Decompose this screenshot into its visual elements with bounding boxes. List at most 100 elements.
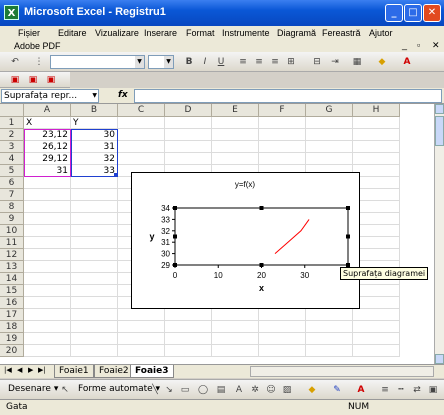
cell[interactable] [353,249,400,261]
cell[interactable] [212,141,259,153]
row-header[interactable]: 2 [0,129,24,141]
next-sheet-icon[interactable]: ▶ [28,366,33,374]
cell[interactable] [353,189,400,201]
cell[interactable] [353,141,400,153]
first-sheet-icon[interactable]: |◀ [4,366,12,374]
column-header[interactable]: H [353,104,400,117]
cell[interactable] [71,261,118,273]
cell[interactable] [259,345,306,357]
cell[interactable] [259,321,306,333]
mdi-close-button[interactable]: ✕ [432,40,440,51]
cell[interactable] [306,345,353,357]
menu-editare[interactable]: Editare [56,28,89,38]
italic-icon[interactable]: I [198,55,212,69]
cell[interactable] [353,213,400,225]
cell[interactable] [212,321,259,333]
cell[interactable] [71,189,118,201]
cell[interactable] [165,309,212,321]
cell[interactable] [71,177,118,189]
scroll-down-icon[interactable] [435,354,444,364]
indent-icon[interactable]: ⇥ [328,55,342,69]
row-header[interactable]: 4 [0,153,24,165]
vertical-scrollbar[interactable] [434,104,444,364]
dash-style-icon[interactable]: ┅ [394,383,408,397]
line-style-icon[interactable]: ≡ [378,383,392,397]
cell[interactable] [24,297,71,309]
row-header[interactable]: 9 [0,213,24,225]
cell[interactable] [71,321,118,333]
cell[interactable] [353,297,400,309]
sheet-tab-foaie2[interactable]: Foaie2 [94,365,134,378]
prev-sheet-icon[interactable]: ◀ [17,366,22,374]
cell[interactable] [165,321,212,333]
cell[interactable] [212,153,259,165]
cell[interactable] [165,345,212,357]
cell[interactable] [24,201,71,213]
cell[interactable] [71,237,118,249]
chart-object[interactable]: y=f(x) 34 33 32 31 30 29 0 10 20 30 x y [131,172,360,309]
chart-svg[interactable]: y=f(x) 34 33 32 31 30 290 10 20 30 x y [132,173,359,308]
cell[interactable] [118,153,165,165]
cell[interactable] [165,141,212,153]
chevron-down-icon[interactable]: ▼ [164,56,173,68]
column-header[interactable]: D [165,104,212,117]
cell[interactable] [24,177,71,189]
minimize-button[interactable]: _ [385,4,403,22]
fill-color-icon[interactable]: ◆ [375,55,389,69]
line-color-icon[interactable]: ✎ [330,383,344,397]
cell[interactable] [71,297,118,309]
cell[interactable] [212,129,259,141]
cell[interactable] [259,309,306,321]
row-header[interactable]: 16 [0,297,24,309]
fill-color-icon[interactable]: ◆ [305,383,319,397]
currency-icon[interactable]: ⊟ [310,55,324,69]
cell[interactable] [165,117,212,129]
row-header[interactable]: 14 [0,273,24,285]
row-header[interactable]: 15 [0,285,24,297]
horizontal-scrollbar[interactable] [250,366,434,377]
row-header[interactable]: 19 [0,333,24,345]
row-header[interactable]: 18 [0,321,24,333]
arrow-style-icon[interactable]: ⇄ [410,383,424,397]
cell[interactable] [306,117,353,129]
plot-area-handle[interactable] [259,206,264,210]
row-header[interactable]: 13 [0,261,24,273]
row-header[interactable]: 7 [0,189,24,201]
column-header[interactable]: A [24,104,71,117]
font-size-combo[interactable]: ▼ [148,55,174,69]
column-header[interactable]: F [259,104,306,117]
cell[interactable] [24,237,71,249]
cell[interactable] [212,117,259,129]
excel-app-icon[interactable]: X [4,5,19,20]
range-handle[interactable] [114,173,118,177]
cell[interactable] [353,333,400,345]
cell[interactable] [353,117,400,129]
menu-diagrama[interactable]: Diagramă [275,28,318,38]
row-header[interactable]: 11 [0,237,24,249]
clipart-icon[interactable]: ☺ [264,383,278,397]
cell[interactable] [118,333,165,345]
desenare-menu[interactable]: Desenare ▾ [8,384,58,394]
cell[interactable] [353,237,400,249]
cell[interactable]: Y [71,117,118,129]
oval-icon[interactable]: ◯ [196,383,210,397]
cell[interactable] [118,309,165,321]
cell[interactable] [212,309,259,321]
menu-format[interactable]: Format [184,28,217,38]
cell[interactable] [165,153,212,165]
align-left-icon[interactable]: ≡ [236,55,250,69]
cell[interactable] [24,309,71,321]
menu-instrumente[interactable]: Instrumente [220,28,272,38]
cell[interactable] [165,129,212,141]
cell[interactable] [24,225,71,237]
cell[interactable] [24,213,71,225]
menu-inserare[interactable]: Inserare [142,28,179,38]
underline-icon[interactable]: U [214,55,228,69]
sheet-tab-foaie3[interactable]: Foaie3 [130,365,174,378]
select-objects-icon[interactable]: ↖ [58,383,72,397]
name-box[interactable]: Suprafața repr... ▼ [1,89,99,103]
cell[interactable] [353,201,400,213]
cell[interactable] [353,309,400,321]
row-header[interactable]: 12 [0,249,24,261]
cell[interactable] [24,249,71,261]
